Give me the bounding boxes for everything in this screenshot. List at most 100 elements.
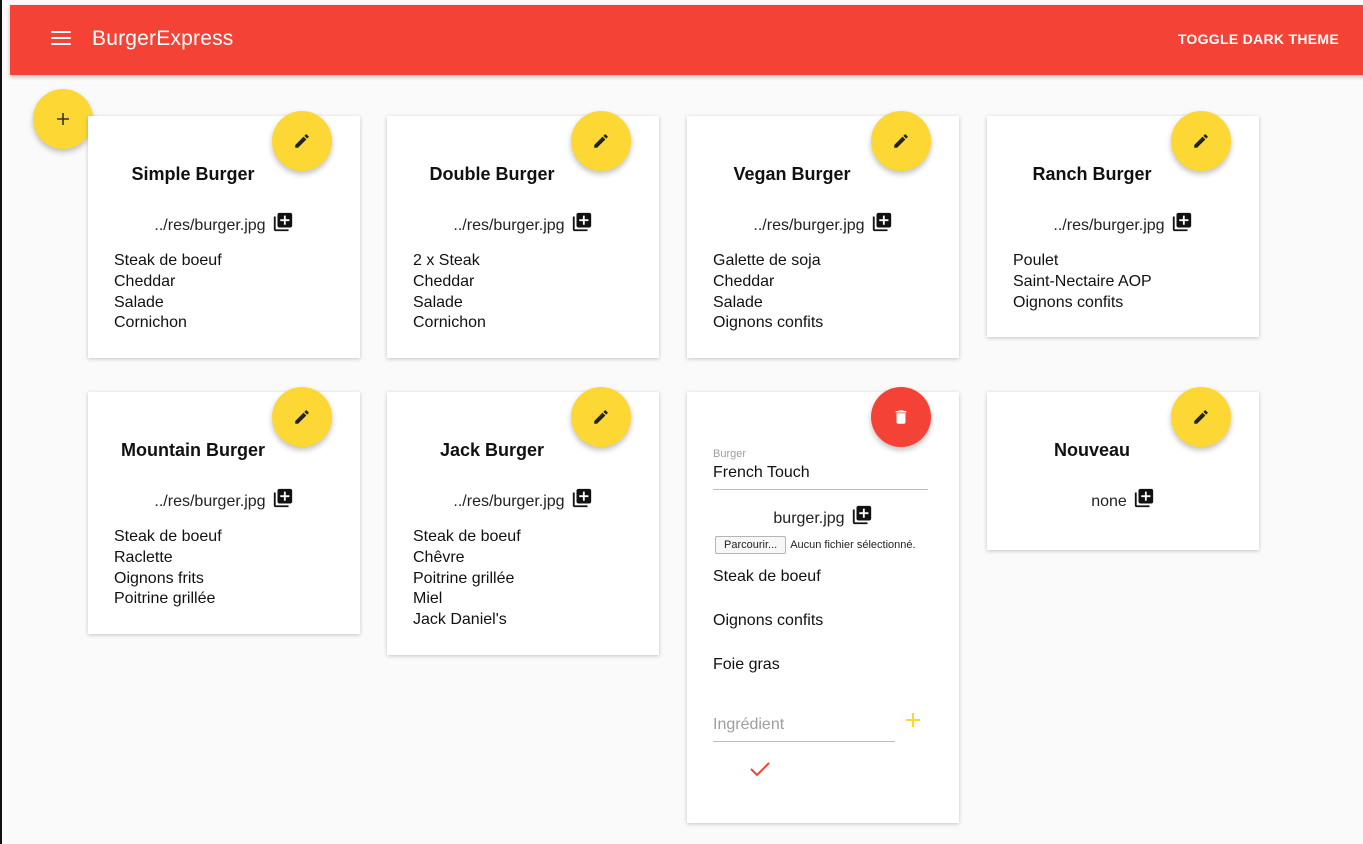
burger-image-path: ../res/burger.jpg — [453, 217, 565, 234]
edit-button[interactable] — [571, 111, 631, 171]
pencil-icon — [594, 134, 608, 148]
edit-button[interactable] — [272, 387, 332, 447]
burger-name: Ranch Burger — [1032, 164, 1152, 184]
add-to-library-icon[interactable] — [272, 487, 294, 514]
burger-name: Double Burger — [429, 164, 555, 184]
app-title: BurgerExpress — [92, 27, 234, 50]
burger-name: Jack Burger — [439, 440, 545, 460]
ingredient-item: Galette de soja — [713, 252, 821, 269]
edit-ingredient-item[interactable]: Foie gras — [713, 656, 780, 674]
burger-name: Simple Burger — [131, 164, 255, 184]
ingredient-item: Cheddar — [114, 272, 176, 290]
ingredient-item: Steak de boeuf — [114, 252, 222, 269]
edit-ingredient-item[interactable]: Oignons confits — [713, 612, 823, 630]
burger-image-path: ../res/burger.jpg — [154, 217, 266, 234]
burger-image-row: ../res/burger.jpg — [387, 211, 659, 238]
check-icon[interactable] — [749, 760, 771, 783]
add-to-library-icon[interactable] — [1133, 487, 1155, 514]
ingredient-item: Steak de boeuf — [114, 528, 222, 545]
ingredient-item: Salade — [413, 293, 463, 311]
burger-image-filename: burger.jpg — [773, 510, 845, 527]
burger-name: Mountain Burger — [121, 440, 265, 460]
app-frame: BurgerExpress TOGGLE DARK THEME Simple B… — [0, 0, 1363, 844]
burger-field-label: Burger — [713, 448, 747, 460]
burger-card-jack: Jack Burger ../res/burger.jpg Steak de b… — [387, 387, 659, 655]
burger-card-double: Double Burger ../res/burger.jpg 2 x Stea… — [387, 111, 659, 358]
delete-button[interactable] — [871, 387, 931, 447]
plus-icon — [57, 113, 69, 125]
burger-image-row: none — [987, 487, 1259, 514]
burger-image-row: ../res/burger.jpg — [687, 211, 959, 238]
menu-icon[interactable] — [51, 31, 71, 49]
add-to-library-icon[interactable] — [1171, 211, 1193, 238]
ingredient-item: Poulet — [1013, 252, 1059, 269]
ingredient-item: Cornichon — [114, 314, 187, 332]
ingredient-list: Steak de boeuf Raclette Oignons frits Po… — [114, 527, 222, 610]
toggle-dark-theme-button[interactable]: TOGGLE DARK THEME — [1178, 31, 1339, 47]
ingredient-list: Poulet Saint-Nectaire AOP Oignons confit… — [1013, 251, 1152, 313]
add-to-library-icon[interactable] — [871, 211, 893, 238]
ingredient-list: Steak de boeuf Cheddar Salade Cornichon — [114, 251, 222, 334]
burger-image-path: ../res/burger.jpg — [154, 493, 266, 510]
add-burger-button[interactable] — [33, 89, 93, 149]
burger-image-row: ../res/burger.jpg — [88, 211, 360, 238]
ingredient-list: 2 x Steak Cheddar Salade Cornichon — [413, 251, 486, 334]
edit-image-row: burger.jpg — [687, 504, 959, 531]
ingredient-list: Steak de boeuf Chêvre Poitrine grillée M… — [413, 527, 521, 631]
ingredient-item: Miel — [413, 590, 443, 608]
edit-button[interactable] — [871, 111, 931, 171]
burger-card-mountain: Mountain Burger ../res/burger.jpg Steak … — [88, 387, 360, 634]
no-file-label: Aucun fichier sélectionné. — [790, 539, 916, 551]
pencil-icon — [1194, 134, 1208, 148]
edit-button[interactable] — [1171, 111, 1231, 171]
ingredient-item: Salade — [114, 293, 164, 311]
ingredient-item: Steak de boeuf — [413, 528, 521, 545]
edit-button[interactable] — [571, 387, 631, 447]
burger-image-row: ../res/burger.jpg — [987, 211, 1259, 238]
ingredient-item: Jack Daniel's — [413, 611, 507, 629]
burger-card-simple: Simple Burger ../res/burger.jpg Steak de… — [88, 111, 360, 358]
ingredient-input[interactable]: Ingrédient — [713, 716, 895, 742]
burger-edit-card: Burger French Touch burger.jpg Parcourir… — [687, 387, 959, 823]
add-to-library-icon[interactable] — [272, 211, 294, 238]
pencil-icon — [295, 410, 309, 424]
edit-button[interactable] — [1171, 387, 1231, 447]
burger-image-row: ../res/burger.jpg — [387, 487, 659, 514]
add-to-library-icon[interactable] — [851, 504, 873, 531]
edit-ingredient-item[interactable]: Steak de boeuf — [713, 568, 821, 586]
burger-image-row: ../res/burger.jpg — [88, 487, 360, 514]
file-input: Parcourir... Aucun fichier sélectionné. — [715, 536, 916, 554]
add-to-library-icon[interactable] — [571, 211, 593, 238]
burger-card-vegan: Vegan Burger ../res/burger.jpg Galette d… — [687, 111, 959, 358]
burger-image-path: ../res/burger.jpg — [453, 493, 565, 510]
ingredient-item: Poitrine grillée — [114, 590, 216, 608]
pencil-icon — [894, 134, 908, 148]
burger-image-path: ../res/burger.jpg — [1053, 217, 1165, 234]
ingredient-item: Chêvre — [413, 548, 465, 566]
add-ingredient-icon[interactable] — [903, 710, 923, 735]
ingredient-item: Salade — [713, 293, 763, 311]
burger-image-path: none — [1091, 493, 1127, 510]
pencil-icon — [1194, 410, 1208, 424]
ingredient-item: Cheddar — [413, 272, 475, 290]
edit-button[interactable] — [272, 111, 332, 171]
ingredient-item: Cornichon — [413, 314, 486, 332]
burger-name-input[interactable]: French Touch — [713, 464, 928, 490]
burger-card-ranch: Ranch Burger ../res/burger.jpg Poulet Sa… — [987, 111, 1259, 337]
ingredient-item: Raclette — [114, 548, 173, 566]
ingredient-item: 2 x Steak — [413, 252, 480, 269]
burger-name: Nouveau — [1053, 440, 1131, 460]
ingredient-item: Oignons confits — [1013, 293, 1124, 311]
trash-icon — [895, 410, 907, 424]
ingredient-item: Oignons confits — [713, 314, 824, 332]
ingredient-item: Oignons frits — [114, 569, 204, 587]
burger-name: Vegan Burger — [733, 164, 851, 184]
burger-card-new: Nouveau none — [987, 387, 1259, 550]
app-bar: BurgerExpress TOGGLE DARK THEME — [10, 5, 1363, 75]
burger-image-path: ../res/burger.jpg — [753, 217, 865, 234]
browse-file-button[interactable]: Parcourir... — [715, 536, 787, 554]
add-to-library-icon[interactable] — [571, 487, 593, 514]
ingredient-item: Cheddar — [713, 272, 775, 290]
ingredient-item: Poitrine grillée — [413, 569, 515, 587]
ingredient-list: Galette de soja Cheddar Salade Oignons c… — [713, 251, 823, 334]
